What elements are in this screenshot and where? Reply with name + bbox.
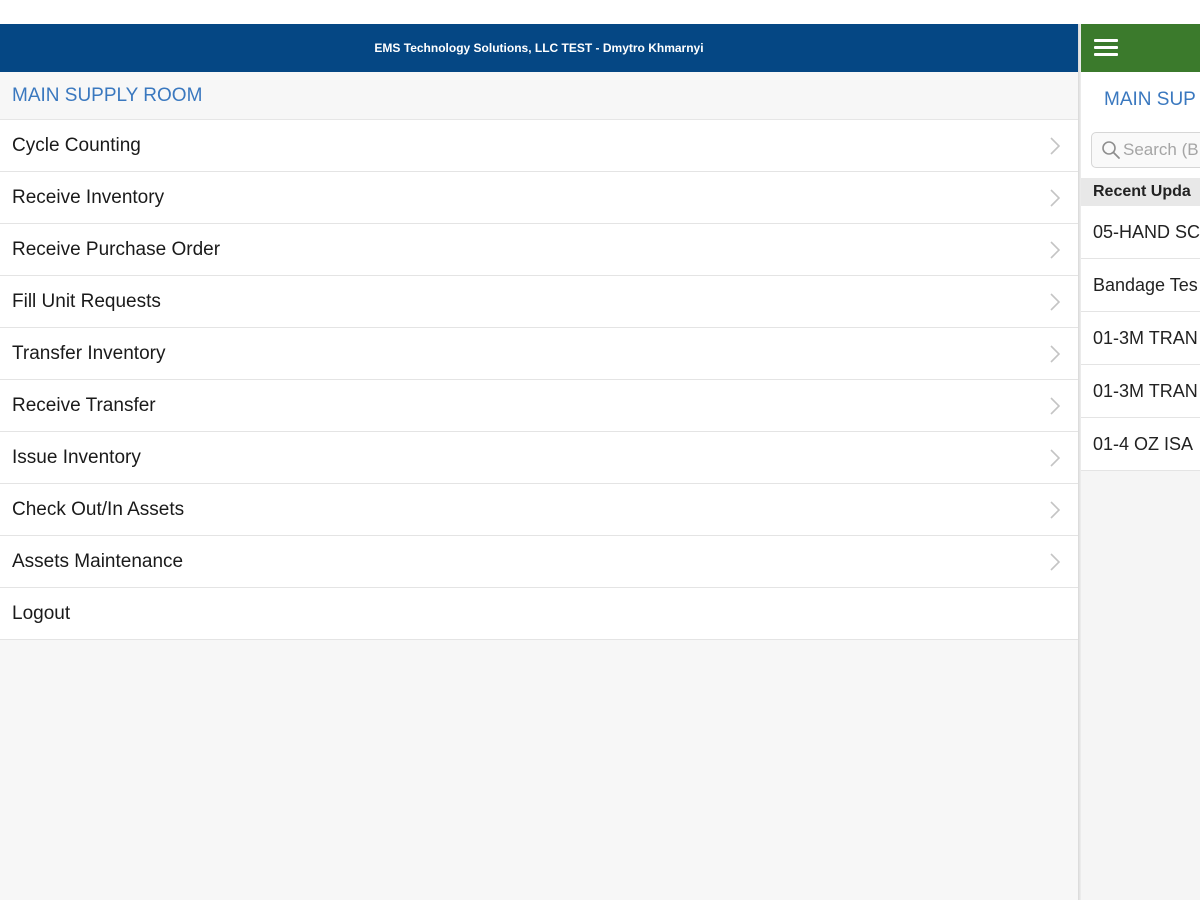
chevron-right-icon bbox=[1048, 380, 1062, 431]
recent-item[interactable]: 01-4 OZ ISA bbox=[1081, 418, 1200, 471]
menu-item-receive-inventory[interactable]: Receive Inventory bbox=[0, 172, 1078, 224]
chevron-right-icon bbox=[1048, 328, 1062, 379]
menu-item-label: Check Out/In Assets bbox=[12, 499, 185, 520]
recent-item[interactable]: 01-3M TRAN bbox=[1081, 365, 1200, 418]
menu-item-label: Assets Maintenance bbox=[12, 551, 184, 572]
menu-item-label: Receive Transfer bbox=[12, 395, 156, 416]
menu-item-label: Transfer Inventory bbox=[12, 343, 166, 364]
menu-item-label: Fill Unit Requests bbox=[12, 291, 161, 312]
menu-item-label: Cycle Counting bbox=[12, 135, 141, 156]
menu-item-label: Receive Inventory bbox=[12, 187, 165, 208]
recent-item[interactable]: Bandage Tes bbox=[1081, 259, 1200, 312]
search-icon bbox=[1102, 141, 1120, 159]
menu-item-assets-maintenance[interactable]: Assets Maintenance bbox=[0, 536, 1078, 588]
menu-item-cycle-counting[interactable]: Cycle Counting bbox=[0, 120, 1078, 172]
menu-item-receive-purchase-order[interactable]: Receive Purchase Order bbox=[0, 224, 1078, 276]
menu-item-logout[interactable]: Logout bbox=[0, 588, 1078, 640]
chevron-right-icon bbox=[1048, 432, 1062, 483]
menu-item-issue-inventory[interactable]: Issue Inventory bbox=[0, 432, 1078, 484]
menu-item-label: Issue Inventory bbox=[12, 447, 141, 468]
recent-item[interactable]: 01-3M TRAN bbox=[1081, 312, 1200, 365]
menu-item-label: Receive Purchase Order bbox=[12, 239, 221, 260]
chevron-right-icon bbox=[1048, 172, 1062, 223]
app-header-title: EMS Technology Solutions, LLC TEST - Dmy… bbox=[374, 41, 704, 55]
search-box[interactable] bbox=[1091, 132, 1200, 168]
menu-item-fill-unit-requests[interactable]: Fill Unit Requests bbox=[0, 276, 1078, 328]
search-bar bbox=[1081, 126, 1200, 178]
status-bar bbox=[0, 0, 1200, 24]
chevron-right-icon bbox=[1048, 536, 1062, 587]
hamburger-menu-icon[interactable] bbox=[1094, 39, 1118, 57]
menu-item-check-out-in-assets[interactable]: Check Out/In Assets bbox=[0, 484, 1078, 536]
recent-item[interactable]: 05-HAND SC bbox=[1081, 206, 1200, 259]
menu-list: Cycle Counting Receive Inventory Receive… bbox=[0, 120, 1078, 640]
chevron-right-icon bbox=[1048, 120, 1062, 171]
app-header: EMS Technology Solutions, LLC TEST - Dmy… bbox=[0, 24, 1078, 72]
chevron-right-icon bbox=[1048, 484, 1062, 535]
chevron-right-icon bbox=[1048, 276, 1062, 327]
menu-item-transfer-inventory[interactable]: Transfer Inventory bbox=[0, 328, 1078, 380]
main-menu-panel: EMS Technology Solutions, LLC TEST - Dmy… bbox=[0, 24, 1078, 900]
content-header bbox=[1081, 24, 1200, 72]
content-panel: MAIN SUP Recent Upda 05-HAND SC Bandage … bbox=[1081, 24, 1200, 900]
content-location-title: MAIN SUP bbox=[1081, 72, 1200, 126]
location-title: MAIN SUPPLY ROOM bbox=[0, 72, 1078, 120]
menu-item-receive-transfer[interactable]: Receive Transfer bbox=[0, 380, 1078, 432]
search-input[interactable] bbox=[1121, 139, 1200, 161]
chevron-right-icon bbox=[1048, 224, 1062, 275]
menu-item-label: Logout bbox=[12, 603, 71, 624]
recent-updates-header: Recent Upda bbox=[1081, 178, 1200, 206]
